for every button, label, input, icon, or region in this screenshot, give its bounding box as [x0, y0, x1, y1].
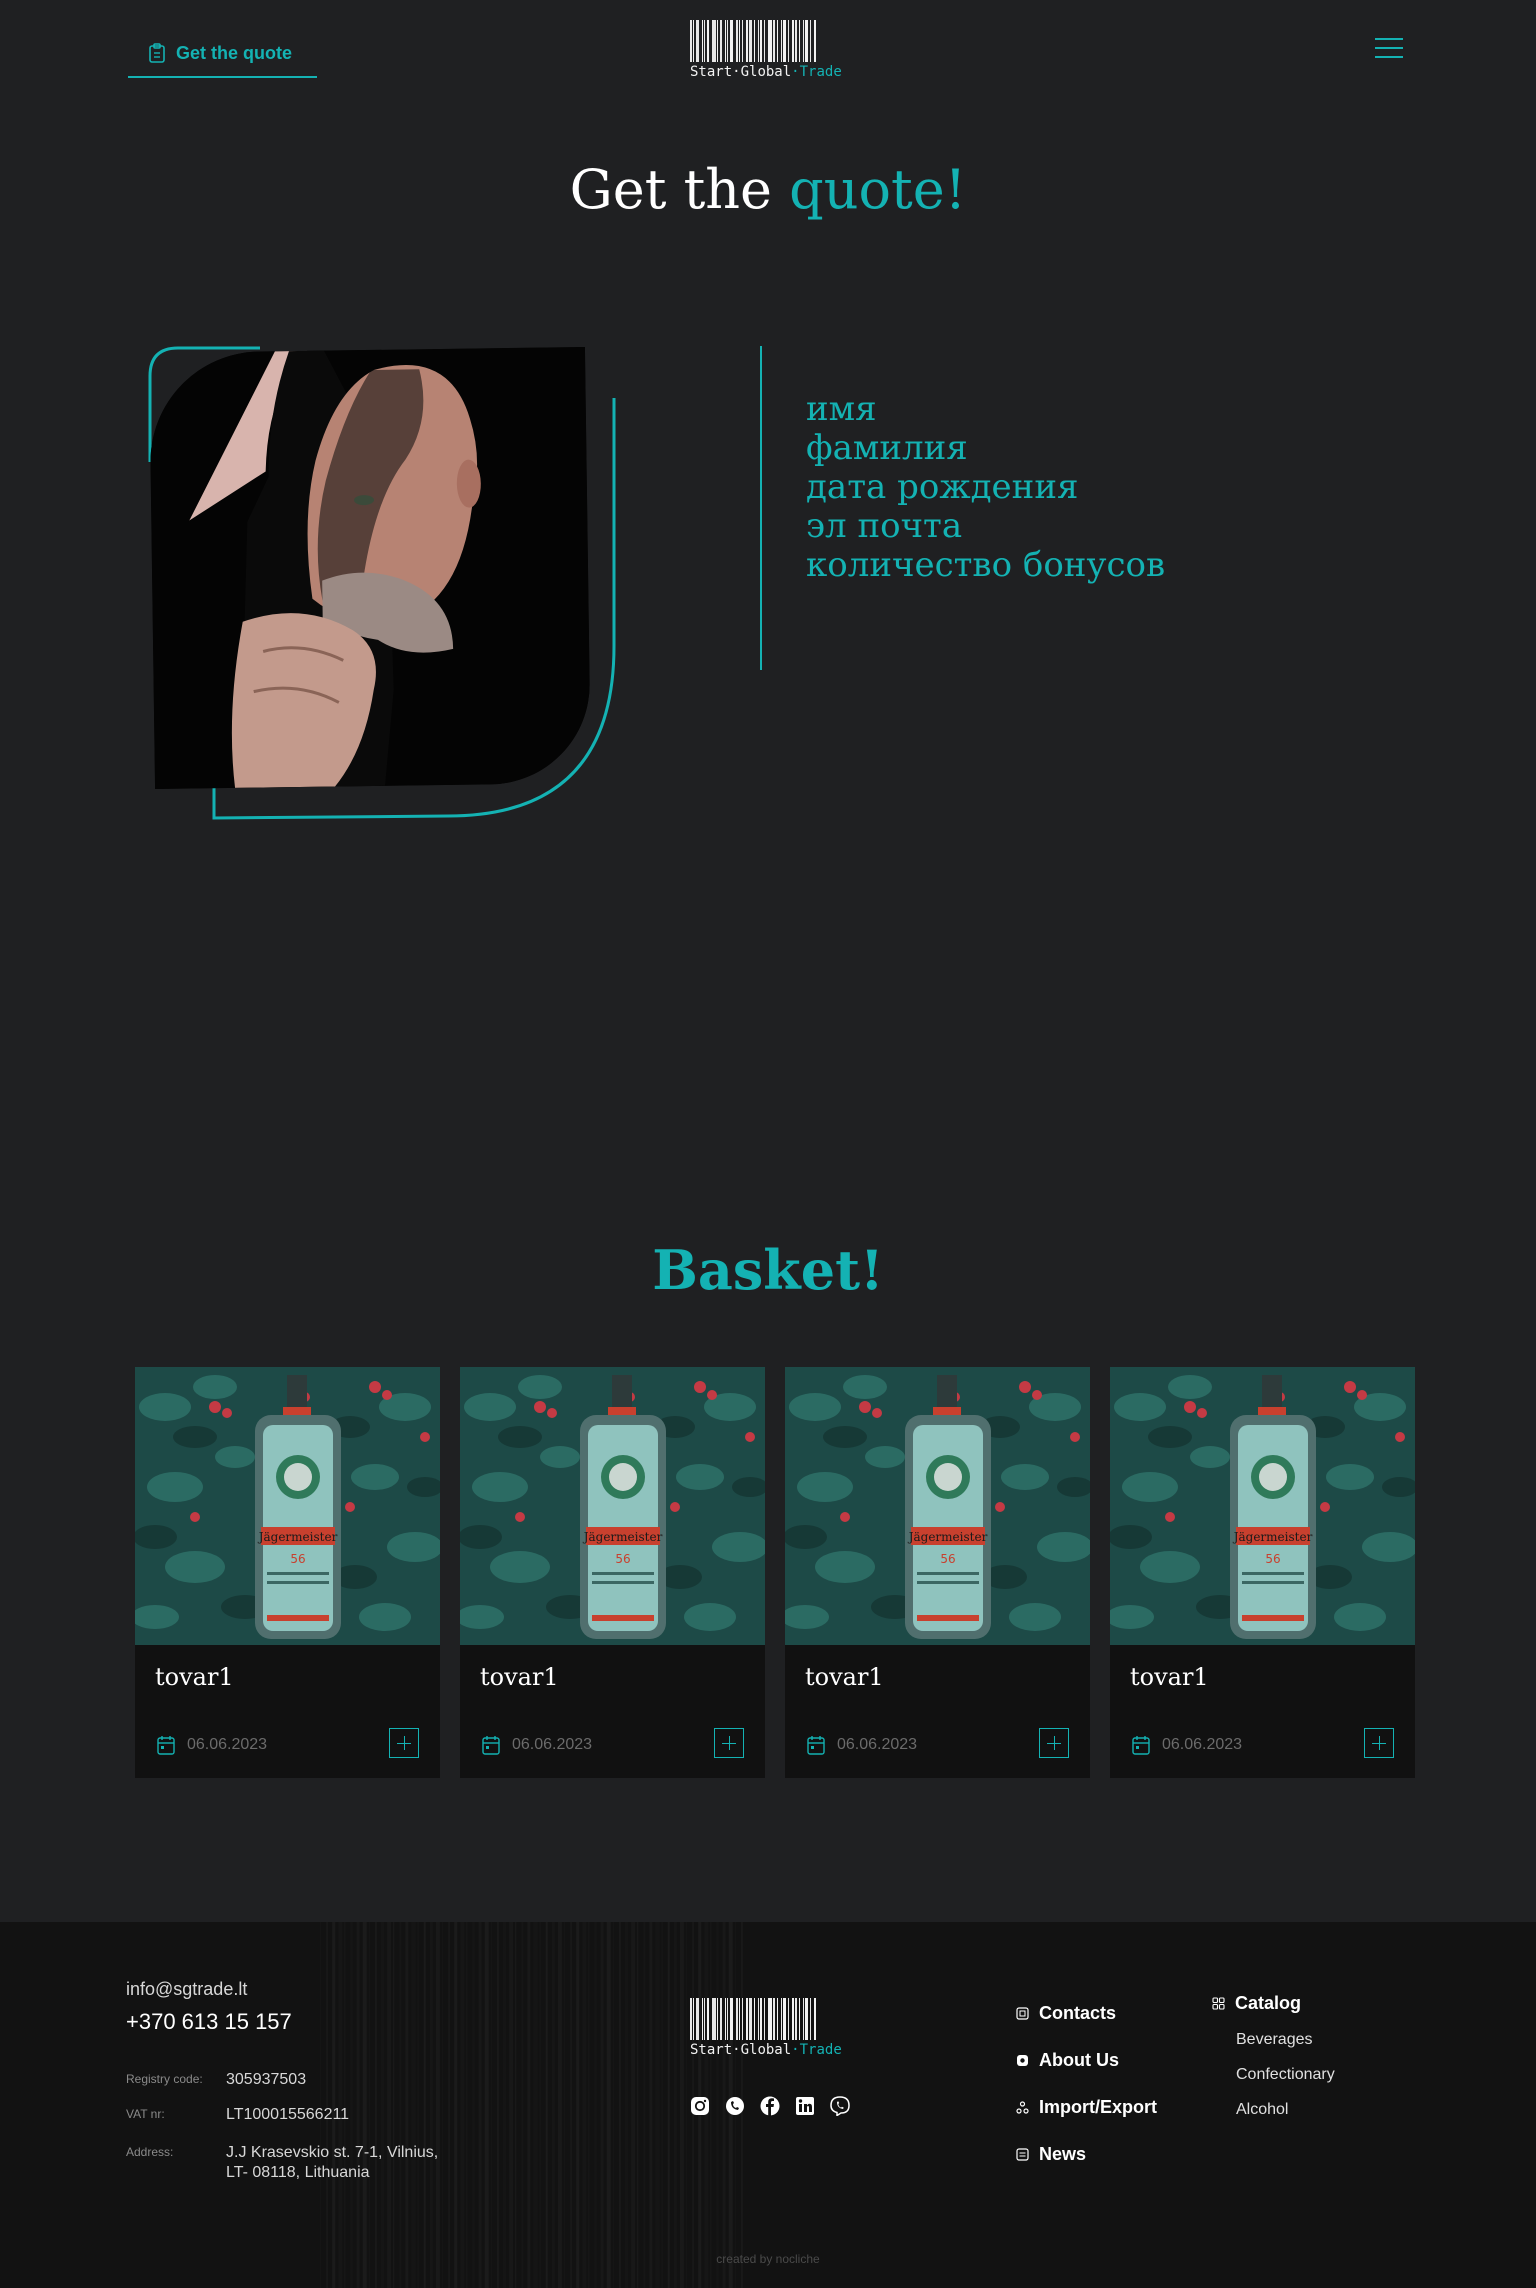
- product-card[interactable]: tovar1 06.06.2023: [785, 1367, 1090, 1778]
- news-icon: [1016, 2148, 1029, 2161]
- field-first-name: имя: [806, 389, 877, 429]
- product-name: tovar1: [480, 1663, 559, 1691]
- site-footer: info@sgtrade.lt +370 613 15 157 Registry…: [0, 1922, 1536, 2288]
- linkedin-icon[interactable]: [795, 2096, 815, 2116]
- page-title: Get the quote!: [569, 158, 967, 221]
- registry-value: 305937503: [226, 2071, 307, 2088]
- menu-icon[interactable]: [1375, 36, 1403, 60]
- product-image: [135, 1367, 440, 1645]
- calendar-icon: [157, 1736, 175, 1755]
- basket-title: Basket!: [652, 1238, 884, 1302]
- credit-text: created by nocliche: [716, 2252, 820, 2266]
- address-label: Address:: [126, 2145, 174, 2159]
- add-to-cart-button[interactable]: [1039, 1728, 1069, 1758]
- registry-row: Registry code: 305937503: [126, 2070, 306, 2090]
- footer-nav-news[interactable]: News: [1016, 2131, 1157, 2178]
- field-birth-date: дата рождения: [806, 467, 1079, 507]
- social-links: [690, 2096, 850, 2116]
- catalog-heading[interactable]: Catalog: [1212, 1990, 1335, 2016]
- product-name: tovar1: [1130, 1663, 1209, 1691]
- barcode-icon: [690, 20, 817, 62]
- product-name: tovar1: [805, 1663, 884, 1691]
- registry-label: Registry code:: [126, 2072, 203, 2086]
- contacts-icon: [1016, 2007, 1029, 2020]
- whatsapp-icon[interactable]: [725, 2096, 745, 2116]
- product-image: [460, 1367, 765, 1645]
- basket-list: tovar1 06.06.2023 tovar1 06.06.2023 tova…: [135, 1367, 1415, 1778]
- footer-email[interactable]: info@sgtrade.lt: [126, 1979, 247, 2000]
- add-to-cart-button[interactable]: [1364, 1728, 1394, 1758]
- site-header: Get the quote Start·Global·Trade: [0, 0, 1536, 110]
- clipboard-icon: [149, 43, 165, 63]
- product-date: 06.06.2023: [807, 1735, 917, 1755]
- profile-photo: [148, 346, 592, 790]
- field-last-name: фамилия: [806, 428, 968, 468]
- product-image: [1110, 1367, 1415, 1645]
- product-date: 06.06.2023: [482, 1735, 592, 1755]
- barcode-icon: [690, 1998, 817, 2040]
- grid-icon: [1212, 1996, 1225, 2010]
- catalog-item-alcohol[interactable]: Alcohol: [1236, 2092, 1335, 2127]
- product-image: [785, 1367, 1090, 1645]
- product-card[interactable]: tovar1 06.06.2023: [460, 1367, 765, 1778]
- logo-text: Start·Global·Trade: [690, 2042, 842, 2058]
- about-icon: [1017, 2055, 1028, 2066]
- profile-divider: [760, 346, 762, 670]
- profile-fields: имя фамилия дата рождения эл почта колич…: [806, 390, 1165, 585]
- product-date: 06.06.2023: [1132, 1735, 1242, 1755]
- get-quote-link[interactable]: Get the quote: [128, 30, 317, 78]
- footer-catalog: Catalog Beverages Confectionary Alcohol: [1212, 1990, 1335, 2127]
- product-name: tovar1: [155, 1663, 234, 1691]
- vat-value: LT100015566211: [226, 2106, 350, 2123]
- field-email: эл почта: [806, 506, 963, 546]
- facebook-icon[interactable]: [760, 2096, 780, 2116]
- vat-row: VAT nr: LT100015566211: [126, 2105, 349, 2125]
- footer-nav-about-us[interactable]: About Us: [1016, 2037, 1157, 2084]
- calendar-icon: [1132, 1736, 1150, 1755]
- instagram-icon[interactable]: [690, 2096, 710, 2116]
- catalog-item-confectionary[interactable]: Confectionary: [1236, 2057, 1335, 2092]
- get-quote-label: Get the quote: [176, 42, 292, 63]
- product-card[interactable]: tovar1 06.06.2023: [1110, 1367, 1415, 1778]
- footer-nav: Contacts About Us Import/Export News: [1016, 1990, 1157, 2178]
- footer-nav-contacts[interactable]: Contacts: [1016, 1990, 1157, 2037]
- site-logo[interactable]: Start·Global·Trade: [690, 20, 842, 80]
- viber-icon[interactable]: [830, 2096, 850, 2116]
- address-value: J.J Krasevskio st. 7-1, Vilnius, LT- 081…: [226, 2144, 439, 2181]
- logo-text: Start·Global·Trade: [690, 64, 842, 80]
- address-row: Address: J.J Krasevskio st. 7-1, Vilnius…: [126, 2143, 438, 2183]
- footer-stripes: [320, 1922, 750, 2288]
- calendar-icon: [807, 1736, 825, 1755]
- field-bonus-count: количество бонусов: [806, 545, 1166, 585]
- catalog-item-beverages[interactable]: Beverages: [1236, 2022, 1335, 2057]
- footer-logo[interactable]: Start·Global·Trade: [690, 1998, 842, 2058]
- footer-phone[interactable]: +370 613 15 157: [126, 2009, 292, 2035]
- footer-nav-import-export[interactable]: Import/Export: [1016, 2084, 1157, 2131]
- product-date: 06.06.2023: [157, 1735, 267, 1755]
- add-to-cart-button[interactable]: [389, 1728, 419, 1758]
- add-to-cart-button[interactable]: [714, 1728, 744, 1758]
- product-card[interactable]: tovar1 06.06.2023: [135, 1367, 440, 1778]
- vat-label: VAT nr:: [126, 2107, 165, 2121]
- import-export-icon: [1016, 2101, 1029, 2114]
- calendar-icon: [482, 1736, 500, 1755]
